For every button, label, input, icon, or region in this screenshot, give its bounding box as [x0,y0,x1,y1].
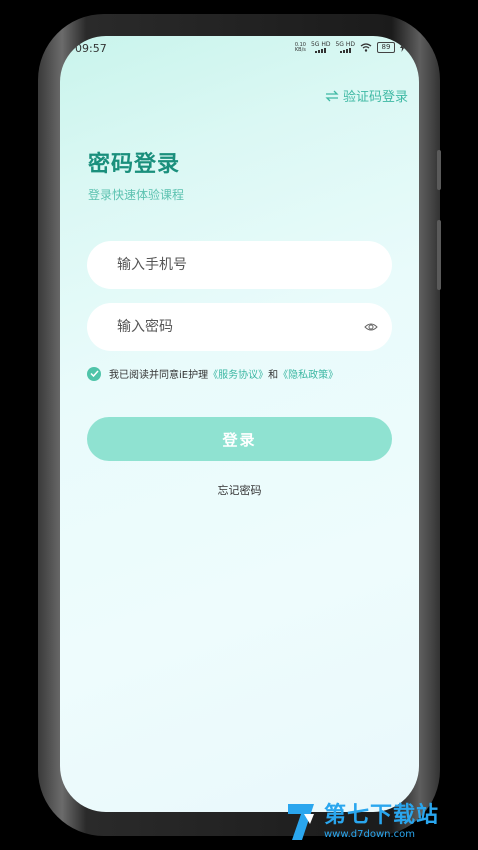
swap-icon [325,90,339,101]
site-url: www.d7down.com [324,829,416,840]
net-speed: 0.10 KB/s [294,41,306,53]
site-logo-icon [288,804,314,840]
screen: 09:57 0.10 KB/s 5G HD 5G HD 89 验证码登录 密码登… [60,36,419,812]
watermark: 第七下载站 www.d7down.com [284,800,439,844]
signal-icon-2: 5G HD [335,42,355,53]
battery-icon: 89 [377,42,395,53]
page-subtitle: 登录快速体验课程 [88,188,185,202]
privacy-policy-link[interactable]: 《隐私政策》 [278,370,338,381]
password-input-wrapper [87,303,392,351]
agreement-text: 我已阅读并同意iE护理《服务协议》和《隐私政策》 [109,370,339,381]
check-icon [89,370,99,377]
status-icons: 0.10 KB/s 5G HD 5G HD 89 [295,42,405,53]
login-button[interactable]: 登录 [87,417,392,461]
phone-input[interactable] [115,256,349,274]
charging-icon [400,43,405,52]
switch-login-label: 验证码登录 [342,90,408,105]
page-title: 密码登录 [88,152,181,177]
signal-icon: 5G HD [311,42,330,53]
site-name: 第七下载站 [324,803,440,828]
wifi-icon [360,43,372,52]
agreement-checkbox[interactable] [87,366,101,381]
password-input[interactable] [115,318,349,336]
agreement-row: 我已阅读并同意iE护理《服务协议》和《隐私政策》 [87,366,338,381]
status-bar: 09:57 0.10 KB/s 5G HD 5G HD 89 [60,36,419,64]
status-time: 09:57 [75,42,107,55]
phone-input-wrapper [87,241,392,289]
power-button [437,220,441,290]
service-agreement-link[interactable]: 《服务协议》 [208,370,268,381]
volume-button [437,150,441,190]
forgot-password-link[interactable]: 忘记密码 [60,482,419,498]
eye-icon[interactable] [364,320,378,334]
switch-to-code-login-button[interactable]: 验证码登录 [325,86,408,105]
